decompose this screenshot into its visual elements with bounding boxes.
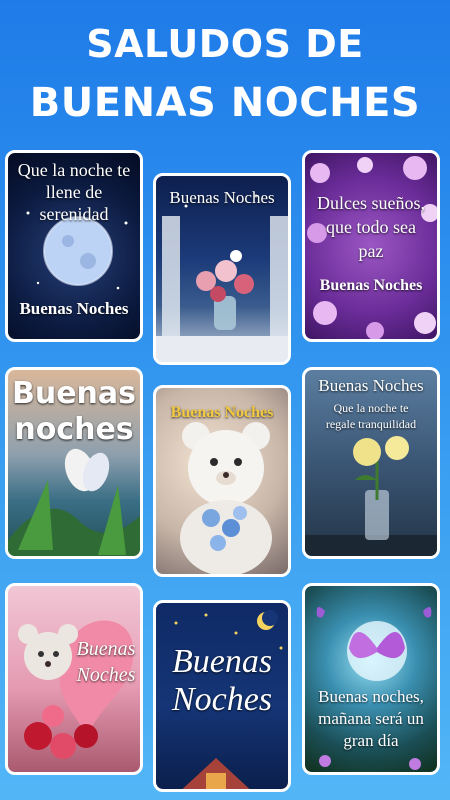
greeting-card-night-sky[interactable]: Buenas Noches [153, 600, 291, 792]
greeting-card-purple-flowers[interactable]: Dulces sueños, que todo sea paz Buenas N… [302, 150, 440, 342]
card-text-line: gran día [343, 731, 399, 750]
card-text-line: Buenas Noches [170, 404, 274, 421]
card-footer-text: Buenas Noches [319, 277, 423, 294]
card-text-line: Buenas noches, [318, 687, 424, 706]
card-text-line: Buenas Noches [169, 188, 275, 207]
card-text-line: regale tranquilidad [325, 417, 417, 431]
greeting-card-window-flowers[interactable]: Buenas Noches [153, 173, 291, 365]
greeting-card-butterflies[interactable]: Buenas noches, mañana será un gran día [302, 583, 440, 775]
greeting-card-lake-lily[interactable]: Buenas noches [5, 367, 143, 559]
card-text-line: Buenas [171, 643, 273, 680]
card-text-line: Buenas Noches [318, 376, 424, 395]
card-text-line: paz [358, 241, 384, 261]
greeting-card-yellow-roses[interactable]: Buenas Noches Que la noche te regale tra… [302, 367, 440, 559]
card-text-line: Que la noche te [333, 401, 409, 415]
card-text-line: serenidad [39, 204, 109, 224]
card-text-line: Dulces sueños, [317, 193, 425, 213]
greeting-card-moon[interactable]: Que la noche te llene de serenidad Buena… [5, 150, 143, 342]
card-text-line: mañana será un [318, 709, 424, 728]
card-text-line: noches [14, 412, 134, 447]
card-footer-text: Buenas Noches [19, 299, 129, 318]
card-text-line: llene de [45, 182, 103, 202]
greeting-card-teddy-bear[interactable]: Buenas Noches [153, 385, 291, 577]
card-text-line: que todo sea [326, 217, 416, 237]
card-text-line: Noches [76, 664, 136, 686]
roses-illustration [305, 436, 437, 556]
card-text-line: Que la noche te [17, 160, 131, 180]
page-title-line-2: BUENAS NOCHES [29, 80, 421, 126]
card-text-line: Buenas [11, 376, 137, 411]
card-text-line: Buenas [76, 638, 136, 660]
page-title-line-1: SALUDOS DE [86, 22, 364, 66]
card-text-line: Noches [171, 681, 273, 718]
greeting-card-heart-bear[interactable]: Buenas Noches [5, 583, 143, 775]
